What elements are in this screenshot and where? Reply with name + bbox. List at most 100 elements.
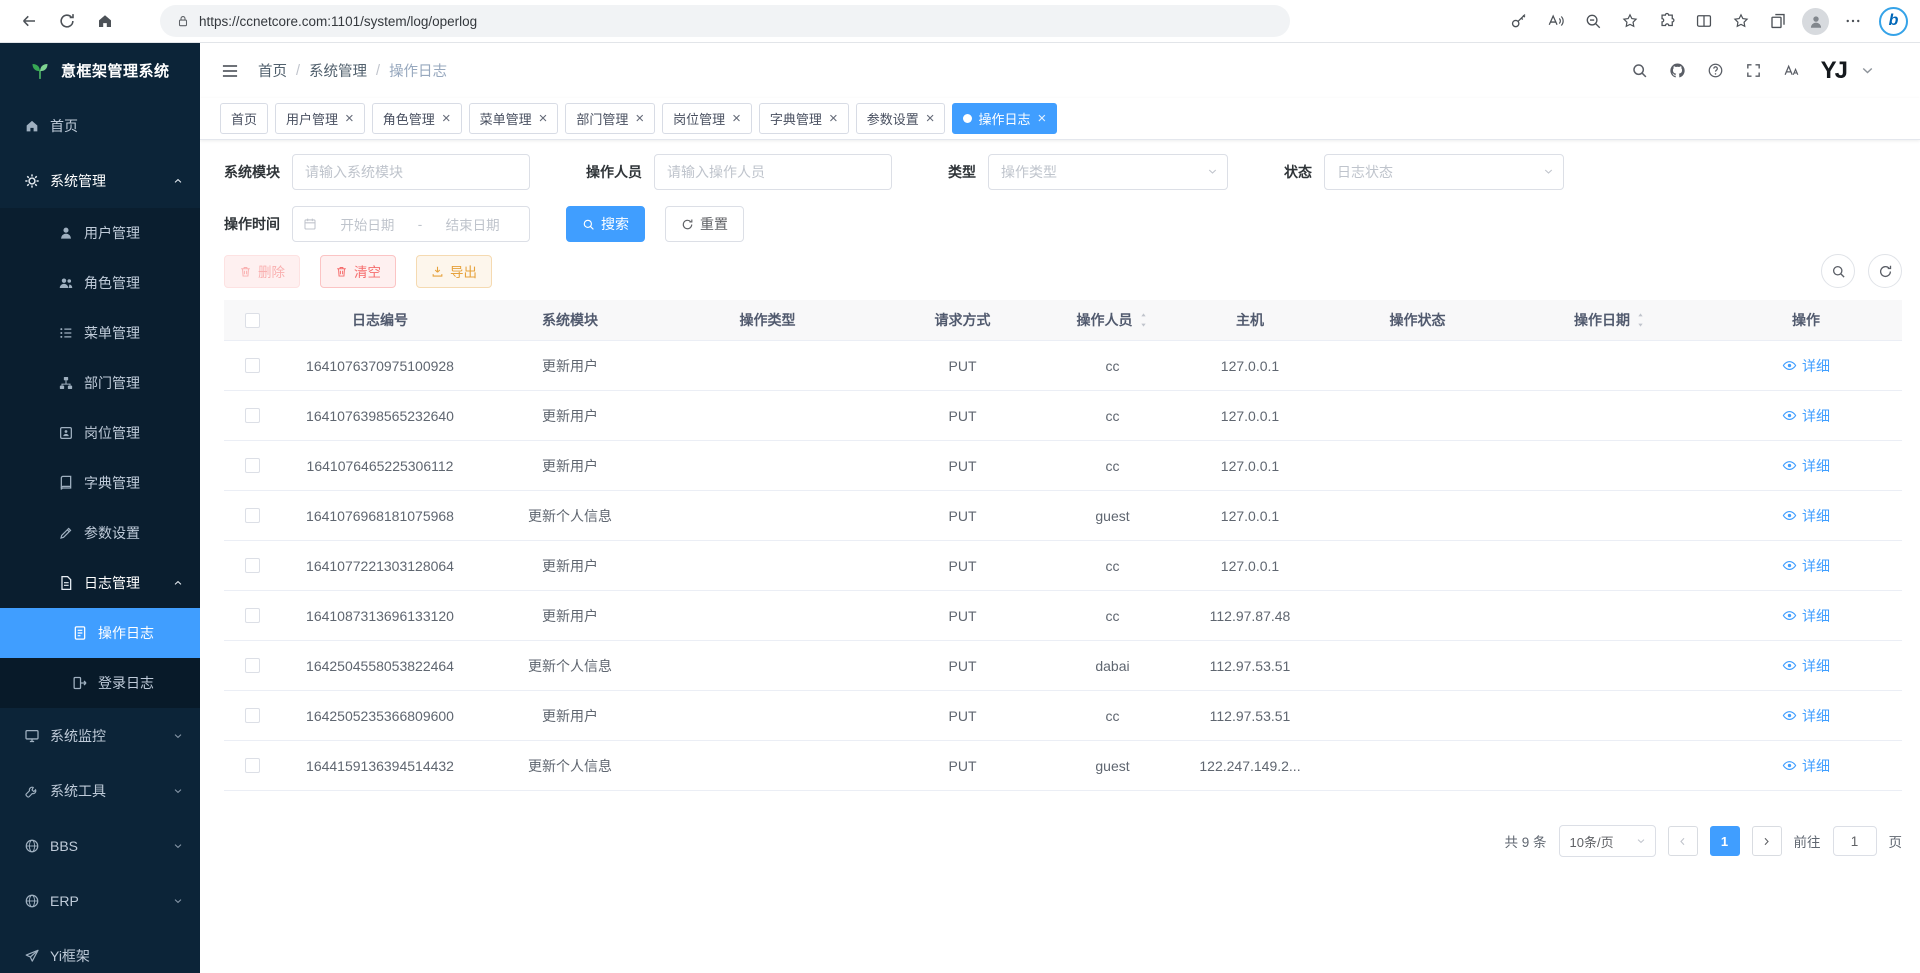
page-size-select[interactable]: 10条/页 <box>1559 825 1656 857</box>
reset-button[interactable]: 重置 <box>665 206 744 242</box>
tab-dict-management[interactable]: 字典管理× <box>759 103 849 134</box>
row-checkbox[interactable] <box>245 458 260 473</box>
font-size-icon[interactable] <box>1783 62 1800 79</box>
row-checkbox[interactable] <box>245 358 260 373</box>
sidebar-item-user-management[interactable]: 用户管理 <box>0 208 200 258</box>
collections-icon[interactable] <box>1761 4 1795 38</box>
status-select-input[interactable] <box>1324 154 1564 190</box>
detail-link[interactable]: 详细 <box>1782 506 1830 526</box>
fullscreen-icon[interactable] <box>1745 62 1762 79</box>
sidebar-item-yi-framework[interactable]: Yi框架 <box>0 928 200 973</box>
back-icon[interactable] <box>12 4 46 38</box>
breadcrumb-home[interactable]: 首页 <box>258 60 287 81</box>
row-checkbox[interactable] <box>245 558 260 573</box>
sidebar-item-param-settings[interactable]: 参数设置 <box>0 508 200 558</box>
tab-dept-management[interactable]: 部门管理× <box>565 103 655 134</box>
page-number-1[interactable]: 1 <box>1710 826 1740 856</box>
close-icon[interactable]: × <box>442 111 451 126</box>
sidebar-item-log-management[interactable]: 日志管理 <box>0 558 200 608</box>
breadcrumb-system[interactable]: 系统管理 <box>309 60 367 81</box>
bing-icon[interactable]: b <box>1879 7 1908 36</box>
tab-post-management[interactable]: 岗位管理× <box>662 103 752 134</box>
reload-icon[interactable] <box>50 4 84 38</box>
chevron-down-icon[interactable] <box>1859 62 1876 85</box>
sidebar-item-menu-management[interactable]: 菜单管理 <box>0 308 200 358</box>
operator-input[interactable] <box>654 154 892 190</box>
delete-button[interactable]: 删除 <box>224 255 300 288</box>
detail-link[interactable]: 详细 <box>1782 456 1830 476</box>
search-icon[interactable] <box>1631 62 1648 79</box>
type-select-input[interactable] <box>988 154 1228 190</box>
close-icon[interactable]: × <box>732 111 741 126</box>
favorites-icon[interactable] <box>1724 4 1758 38</box>
sidebar-item-erp[interactable]: ERP <box>0 873 200 928</box>
next-page-button[interactable] <box>1752 826 1782 856</box>
sort-icon[interactable] <box>1635 312 1646 328</box>
detail-link[interactable]: 详细 <box>1782 556 1830 576</box>
refresh-table-button[interactable] <box>1868 254 1902 288</box>
github-icon[interactable] <box>1669 62 1686 79</box>
select-all-checkbox[interactable] <box>245 313 260 328</box>
sidebar-item-role-management[interactable]: 角色管理 <box>0 258 200 308</box>
hamburger-icon[interactable] <box>220 61 240 81</box>
sidebar-item-bbs[interactable]: BBS <box>0 818 200 873</box>
row-checkbox[interactable] <box>245 608 260 623</box>
detail-link[interactable]: 详细 <box>1782 606 1830 626</box>
detail-link[interactable]: 详细 <box>1782 406 1830 426</box>
close-icon[interactable]: × <box>345 111 354 126</box>
detail-link[interactable]: 详细 <box>1782 706 1830 726</box>
show-search-button[interactable] <box>1821 254 1855 288</box>
password-key-icon[interactable] <box>1502 4 1536 38</box>
tab-param-settings[interactable]: 参数设置× <box>856 103 946 134</box>
row-checkbox[interactable] <box>245 658 260 673</box>
sidebar-item-post-management[interactable]: 岗位管理 <box>0 408 200 458</box>
profile-avatar[interactable] <box>1802 8 1829 35</box>
user-logo[interactable]: YJ <box>1821 57 1846 85</box>
row-checkbox[interactable] <box>245 508 260 523</box>
date-range-picker[interactable]: 开始日期 - 结束日期 <box>292 206 530 242</box>
detail-link[interactable]: 详细 <box>1782 356 1830 376</box>
export-button[interactable]: 导出 <box>416 255 492 288</box>
url-bar[interactable]: https://ccnetcore.com:1101/system/log/op… <box>160 5 1290 37</box>
sidebar-item-dict-management[interactable]: 字典管理 <box>0 458 200 508</box>
clear-button[interactable]: 清空 <box>320 255 396 288</box>
help-icon[interactable] <box>1707 62 1724 79</box>
sort-icon[interactable] <box>1138 312 1149 328</box>
sidebar-item-dept-management[interactable]: 部门管理 <box>0 358 200 408</box>
type-select[interactable] <box>988 154 1228 190</box>
tab-home[interactable]: 首页 <box>220 103 268 134</box>
detail-link[interactable]: 详细 <box>1782 756 1830 776</box>
sidebar-item-login-log[interactable]: 登录日志 <box>0 658 200 708</box>
prev-page-button[interactable] <box>1668 826 1698 856</box>
detail-link[interactable]: 详细 <box>1782 656 1830 676</box>
close-icon[interactable]: × <box>1038 111 1047 126</box>
app-logo[interactable]: 意框架管理系统 <box>0 43 200 98</box>
split-screen-icon[interactable] <box>1687 4 1721 38</box>
row-checkbox[interactable] <box>245 708 260 723</box>
sidebar-item-operation-log[interactable]: 操作日志 <box>0 608 200 658</box>
module-input[interactable] <box>292 154 530 190</box>
tab-menu-management[interactable]: 菜单管理× <box>469 103 559 134</box>
column-header[interactable]: 操作日期 <box>1510 300 1710 340</box>
row-checkbox[interactable] <box>245 758 260 773</box>
search-button[interactable]: 搜索 <box>566 206 645 242</box>
tab-user-management[interactable]: 用户管理× <box>275 103 365 134</box>
row-checkbox[interactable] <box>245 408 260 423</box>
more-icon[interactable] <box>1836 4 1870 38</box>
sidebar-item-system-tools[interactable]: 系统工具 <box>0 763 200 818</box>
read-aloud-icon[interactable] <box>1539 4 1573 38</box>
column-header[interactable]: 操作人员 <box>1050 300 1175 340</box>
browser-home-icon[interactable] <box>88 4 122 38</box>
close-icon[interactable]: × <box>829 111 838 126</box>
tab-role-management[interactable]: 角色管理× <box>372 103 462 134</box>
close-icon[interactable]: × <box>539 111 548 126</box>
close-icon[interactable]: × <box>635 111 644 126</box>
add-favorite-icon[interactable] <box>1613 4 1647 38</box>
tab-operation-log[interactable]: 操作日志× <box>952 103 1057 134</box>
status-select[interactable] <box>1324 154 1564 190</box>
goto-page-input[interactable] <box>1833 826 1877 856</box>
zoom-icon[interactable] <box>1576 4 1610 38</box>
sidebar-item-system-management[interactable]: 系统管理 <box>0 153 200 208</box>
sidebar-item-home[interactable]: 首页 <box>0 98 200 153</box>
close-icon[interactable]: × <box>926 111 935 126</box>
